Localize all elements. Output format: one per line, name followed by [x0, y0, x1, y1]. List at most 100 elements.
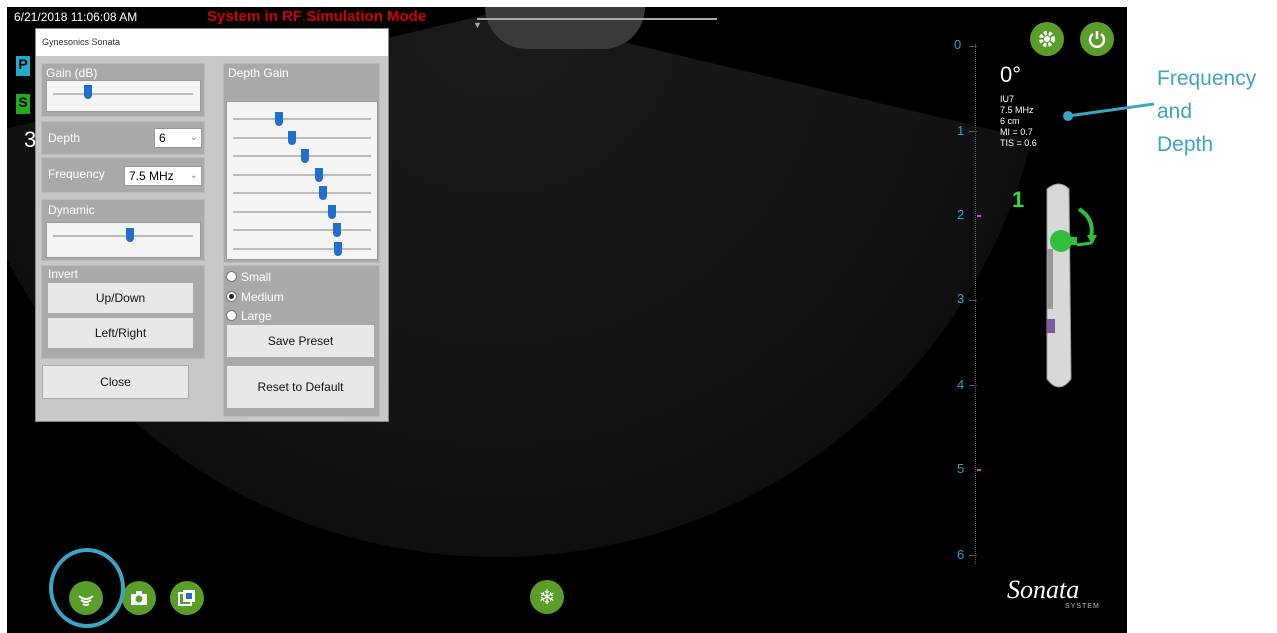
dialog-title: Gynesonics Sonata	[36, 29, 388, 56]
depth-gain-track	[233, 118, 371, 120]
depth-group: Depth 6 ⌄	[41, 121, 205, 155]
probe-handpiece-icon	[1046, 183, 1097, 388]
depth-gain-track	[233, 229, 371, 231]
annotation-line-2: and	[1157, 100, 1193, 123]
frequency-depth-annotation: Frequency and Depth	[1157, 62, 1256, 161]
settings-gear-icon[interactable]	[1030, 22, 1064, 56]
depth-gain-thumb[interactable]	[300, 149, 309, 163]
depth-select-value: 6	[159, 131, 166, 145]
depth-gain-group: Depth Gain	[223, 63, 380, 263]
depth-gain-thumb[interactable]	[332, 223, 341, 237]
depth-tick	[969, 555, 977, 556]
depth-label-6: 6	[957, 547, 965, 562]
left-badge-p: P	[16, 56, 30, 76]
brand-subtitle: SYSTEM	[1065, 603, 1100, 610]
depth-tick	[969, 385, 977, 386]
probe-frequency: 7.5 MHz	[1000, 105, 1034, 115]
depth-gain-sliders[interactable]	[226, 101, 378, 260]
frequency-select[interactable]: 7.5 MHz ⌄	[124, 166, 202, 186]
depth-gain-thumb[interactable]	[288, 130, 297, 145]
datetime-label: 6/21/2018 11:06:08 AM	[14, 10, 138, 24]
thermal-index: TIS = 0.6	[1000, 138, 1037, 148]
radio-small[interactable]: Small	[226, 270, 271, 284]
image-top-line	[477, 18, 717, 20]
gain-slider-thumb[interactable]	[84, 85, 92, 99]
depth-focus-marker	[977, 215, 981, 217]
probe-angle: 0°	[1000, 62, 1022, 87]
chevron-down-icon: ⌄	[189, 132, 198, 143]
depth-tick	[969, 300, 977, 301]
depth-gain-label: Depth Gain	[228, 66, 289, 80]
gain-slider[interactable]	[46, 80, 201, 112]
image-gallery-icon[interactable]	[170, 581, 204, 615]
gallery-glyph-icon	[178, 590, 195, 606]
depth-tick	[969, 131, 977, 132]
depth-gain-track	[233, 136, 371, 139]
invert-group: Invert Up/Down Left/Right	[41, 265, 205, 359]
annotation-line-3: Depth	[1157, 133, 1214, 156]
radio-medium[interactable]: Medium	[226, 290, 284, 304]
depth-gain-track	[233, 247, 371, 250]
close-button[interactable]: Close	[42, 365, 189, 399]
depth-label-2: 2	[957, 207, 965, 222]
imaging-settings-dialog: Gynesonics Sonata Gain (dB) Depth 6 ⌄ Fr…	[35, 28, 389, 422]
depth-gain-track	[233, 192, 371, 194]
depth-label-0: 0	[954, 37, 962, 52]
up-down-button[interactable]: Up/Down	[47, 282, 194, 314]
depth-gain-track	[233, 173, 371, 176]
depth-gain-thumb[interactable]	[274, 112, 283, 126]
transducer-footprint	[485, 7, 645, 49]
gain-track	[53, 93, 193, 95]
depth-gain-track	[233, 210, 371, 213]
depth-label-4: 4	[957, 377, 965, 392]
power-symbol-icon	[1088, 31, 1106, 48]
probe-depth: 6 cm	[1000, 116, 1020, 126]
freeze-snowflake-icon[interactable]: ❄	[530, 580, 564, 614]
dynamic-group: Dynamic	[41, 199, 205, 261]
simulation-mode-message: System in RF Simulation Mode	[207, 8, 427, 25]
radio-large-dot	[226, 310, 237, 321]
depth-gain-thumb[interactable]	[333, 241, 342, 256]
gear-icon	[1039, 31, 1055, 47]
frequency-select-value: 7.5 MHz	[129, 169, 174, 183]
depth-select[interactable]: 6 ⌄	[154, 128, 202, 148]
frequency-group: Frequency 7.5 MHz ⌄	[41, 157, 205, 193]
invert-label: Invert	[48, 267, 79, 281]
left-right-button[interactable]: Left/Right	[47, 317, 194, 349]
depth-gain-thumb[interactable]	[314, 167, 323, 182]
radio-large[interactable]: Large	[226, 309, 272, 323]
sonata-logo: Sonata	[1007, 575, 1079, 605]
gain-group: Gain (dB)	[41, 63, 205, 117]
gain-label: Gain (dB)	[46, 66, 98, 80]
snowflake-glyph-icon: ❄	[538, 586, 556, 609]
depth-tick	[969, 46, 977, 47]
depth-label-1: 1	[957, 123, 965, 138]
mechanical-index: MI = 0.7	[1000, 127, 1033, 137]
dynamic-slider-thumb[interactable]	[126, 228, 134, 242]
chevron-down-icon: ⌄	[189, 170, 198, 181]
camera-glyph-icon	[131, 591, 147, 605]
reset-to-default-button[interactable]: Reset to Default	[226, 365, 375, 409]
dynamic-track	[53, 235, 193, 237]
dynamic-label: Dynamic	[48, 203, 95, 217]
left-badge-s: S	[16, 94, 30, 114]
save-preset-button[interactable]: Save Preset	[226, 324, 375, 358]
depth-gain-thumb[interactable]	[328, 204, 337, 219]
brand-name: Sonata	[1007, 575, 1080, 604]
depth-gain-thumb[interactable]	[318, 186, 327, 200]
radio-medium-label: Medium	[241, 290, 284, 304]
power-icon[interactable]	[1080, 22, 1114, 56]
highlight-circle	[49, 548, 125, 628]
dynamic-slider[interactable]	[46, 222, 201, 258]
frequency-label: Frequency	[48, 167, 105, 181]
camera-icon[interactable]	[122, 581, 156, 615]
depth-label-3: 3	[957, 291, 965, 306]
callout-connector	[1063, 102, 1155, 121]
probe-model: IU7	[1000, 94, 1015, 104]
annotation-line-1: Frequency	[1157, 67, 1257, 90]
radio-large-label: Large	[241, 309, 272, 323]
depth-label: Depth	[48, 131, 81, 145]
ultrasound-screen: ▼ 6/21/2018 11:06:08 AM System in RF Sim…	[7, 7, 1127, 633]
radio-small-label: Small	[241, 270, 272, 284]
depth-ruler	[975, 44, 978, 564]
